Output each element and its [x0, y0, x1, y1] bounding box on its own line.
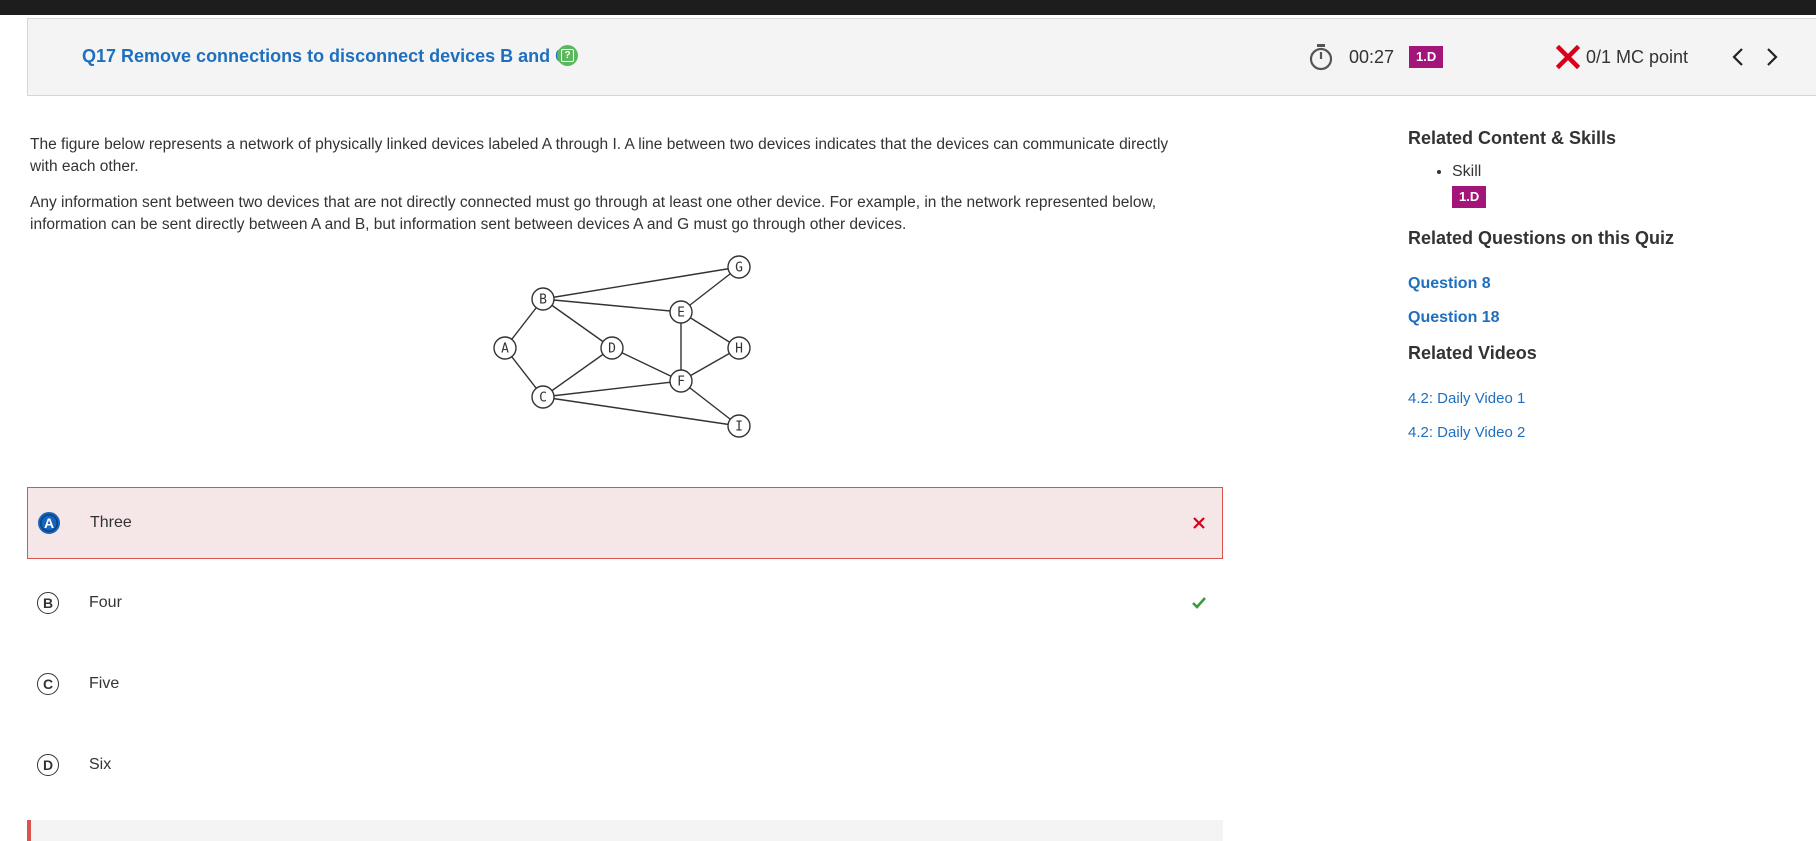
related-question-18-link[interactable]: Question 18 — [1408, 309, 1808, 327]
node-label-d: D — [608, 342, 616, 357]
points-score: 0/1 MC point — [1586, 47, 1689, 67]
node-label-c: C — [539, 391, 547, 406]
incorrect-x-icon — [1556, 45, 1580, 69]
chevron-right-icon[interactable] — [1765, 47, 1779, 67]
related-question-8-link[interactable]: Question 8 — [1408, 275, 1808, 293]
choice-a[interactable]: A Three — [27, 487, 1223, 559]
choice-text-d: Six — [89, 756, 112, 773]
choice-b[interactable]: B Four — [27, 567, 1223, 639]
node-c: C — [531, 385, 555, 409]
related-sidebar: Related Content & Skills Skill 1.D Relat… — [1408, 128, 1808, 441]
choice-text-c: Five — [89, 675, 120, 692]
node-d: D — [600, 336, 624, 360]
choice-letter-d: D — [37, 754, 59, 776]
related-video-2-link[interactable]: 4.2: Daily Video 2 — [1408, 424, 1808, 441]
stem-paragraph-1: The figure below represents a network of… — [30, 136, 1169, 175]
incorrect-mark-icon — [1193, 517, 1205, 529]
choice-letter-c: C — [37, 673, 59, 695]
node-b: B — [531, 287, 555, 311]
node-e: E — [669, 300, 693, 324]
related-questions-heading: Related Questions on this Quiz — [1408, 228, 1675, 248]
node-label-i: I — [735, 420, 743, 435]
question-header: Q17 Remove connections to disconnect dev… — [27, 18, 1816, 96]
related-videos-heading: Related Videos — [1408, 343, 1537, 363]
network-diagram: A B C D E F G H I — [493, 255, 751, 438]
sidebar-skill-badge: 1.D — [1452, 186, 1487, 208]
question-mark-glyph: ? — [561, 49, 574, 62]
related-content-heading: Related Content & Skills — [1408, 128, 1617, 148]
related-video-1-link[interactable]: 4.2: Daily Video 1 — [1408, 390, 1808, 407]
node-label-e: E — [677, 306, 685, 321]
choice-letter-b: B — [37, 592, 59, 614]
node-a: A — [493, 336, 517, 360]
edge-c-i — [542, 396, 740, 427]
choice-text-a: Three — [90, 514, 132, 531]
stem-paragraph-2: Any information sent between two devices… — [30, 194, 1157, 233]
skill-list: Skill — [1408, 163, 1808, 181]
node-i: I — [727, 414, 751, 438]
chevron-left-icon[interactable] — [1731, 47, 1745, 67]
choice-c[interactable]: C Five — [27, 648, 1223, 720]
node-f: F — [669, 369, 693, 393]
correct-check-icon — [1192, 597, 1206, 609]
question-help-icon[interactable]: ? — [557, 45, 578, 66]
node-h: H — [727, 336, 751, 360]
choice-text-b: Four — [89, 594, 122, 611]
explanation-bar — [27, 820, 1223, 841]
node-label-f: F — [677, 375, 685, 390]
node-g: G — [727, 255, 751, 279]
edge-b-e — [542, 298, 682, 313]
skill-badge: 1.D — [1409, 46, 1444, 68]
question-stem: The figure below represents a network of… — [30, 134, 1200, 250]
node-label-a: A — [501, 342, 509, 357]
timer-value: 00:27 — [1349, 47, 1395, 67]
skill-label: Skill — [1452, 163, 1808, 181]
edge-c-f — [542, 380, 682, 398]
question-title[interactable]: Q17 Remove connections to disconnect dev… — [82, 46, 568, 67]
stopwatch-icon — [1309, 44, 1333, 71]
node-label-b: B — [539, 293, 547, 308]
edge-b-g — [542, 266, 740, 300]
choice-letter-a: A — [38, 512, 60, 534]
edge-b-d — [542, 298, 613, 349]
node-label-h: H — [735, 342, 743, 357]
choice-d[interactable]: D Six — [27, 729, 1223, 801]
node-label-g: G — [735, 261, 743, 276]
top-bar — [0, 0, 1816, 15]
